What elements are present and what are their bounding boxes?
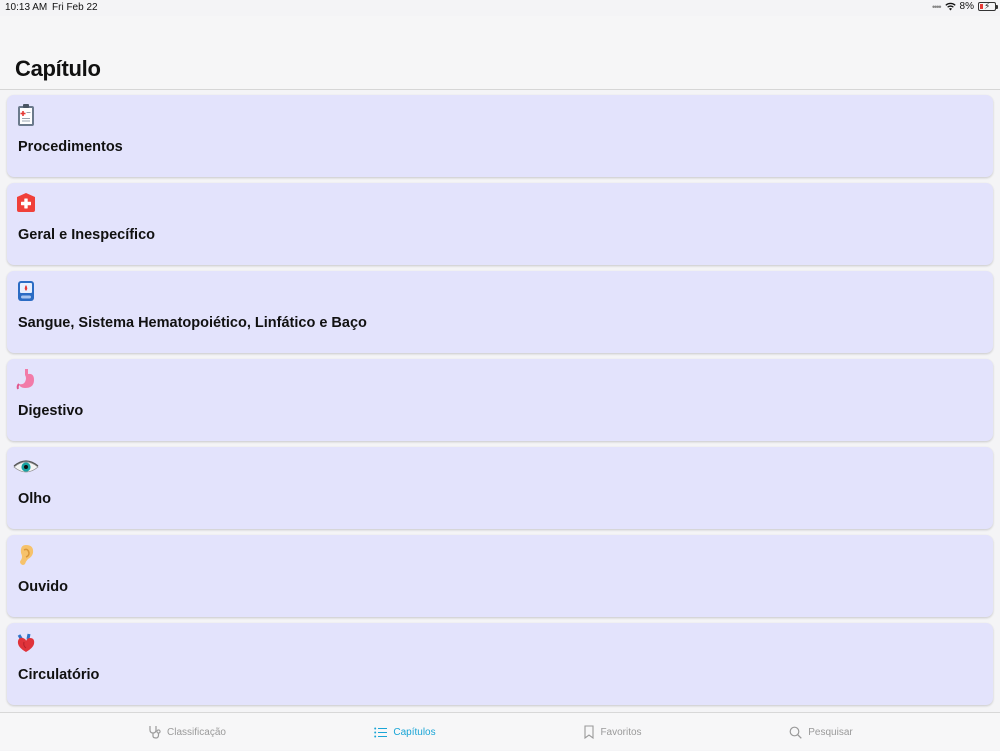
chapter-label: Ouvido (18, 579, 68, 595)
status-indicators: •••• 8% ⚡ (931, 1, 998, 12)
blood-meter-icon (15, 279, 37, 303)
status-date: Fri Feb 22 (52, 2, 98, 13)
clipboard-icon (15, 103, 37, 127)
tab-label: Favoritos (600, 726, 642, 738)
chapter-card-digestivo[interactable]: Digestivo (7, 359, 993, 441)
medical-plus-icon (15, 191, 37, 215)
chapter-label: Procedimentos (18, 139, 123, 155)
battery-percent: 8% (959, 1, 974, 12)
cellular-dots-icon: •••• (931, 1, 942, 12)
chapter-list[interactable]: Procedimentos Geral e Inespecífico Sangu… (0, 92, 1000, 712)
tab-pesquisar[interactable]: Pesquisar (696, 713, 946, 751)
chapter-card-ouvido[interactable]: Ouvido (7, 535, 993, 617)
search-icon (789, 726, 803, 739)
tab-label: Pesquisar (808, 726, 853, 738)
chapter-card-olho[interactable]: Olho (7, 447, 993, 529)
status-bar: 10:13 AM Fri Feb 22 •••• 8% ⚡ (0, 0, 1000, 16)
chapter-card-procedimentos[interactable]: Procedimentos (7, 95, 993, 177)
ear-icon (15, 543, 37, 567)
tab-classificacao[interactable]: Classificação (62, 713, 312, 751)
stomach-icon (15, 367, 37, 391)
chapter-card-circulatorio[interactable]: Circulatório (7, 623, 993, 705)
status-time: 10:13 AM (5, 2, 48, 13)
tab-label: Classificação (167, 726, 226, 738)
wifi-icon (944, 2, 956, 11)
chapter-label: Sangue, Sistema Hematopoiético, Linfátic… (18, 315, 367, 331)
navigation-header: Capítulo (0, 16, 1000, 90)
tab-label: Capítulos (393, 726, 436, 738)
list-icon (374, 727, 388, 737)
bookmark-icon (584, 725, 594, 739)
chapter-label: Olho (18, 491, 52, 507)
tab-bar: Classificação Capítulos Favoritos Pesqui… (0, 712, 1000, 750)
page-title: Capítulo (15, 56, 101, 81)
heart-icon (15, 631, 37, 655)
chapter-label: Geral e Inespecífico (18, 227, 156, 243)
stethoscope-icon (149, 726, 161, 739)
eye-icon (12, 455, 40, 479)
chapter-label: Digestivo (18, 403, 84, 419)
battery-icon: ⚡ (978, 1, 998, 11)
chapter-card-geral[interactable]: Geral e Inespecífico (7, 183, 993, 265)
chapter-card-sangue[interactable]: Sangue, Sistema Hematopoiético, Linfátic… (7, 271, 993, 353)
chapter-label: Circulatório (18, 667, 100, 683)
